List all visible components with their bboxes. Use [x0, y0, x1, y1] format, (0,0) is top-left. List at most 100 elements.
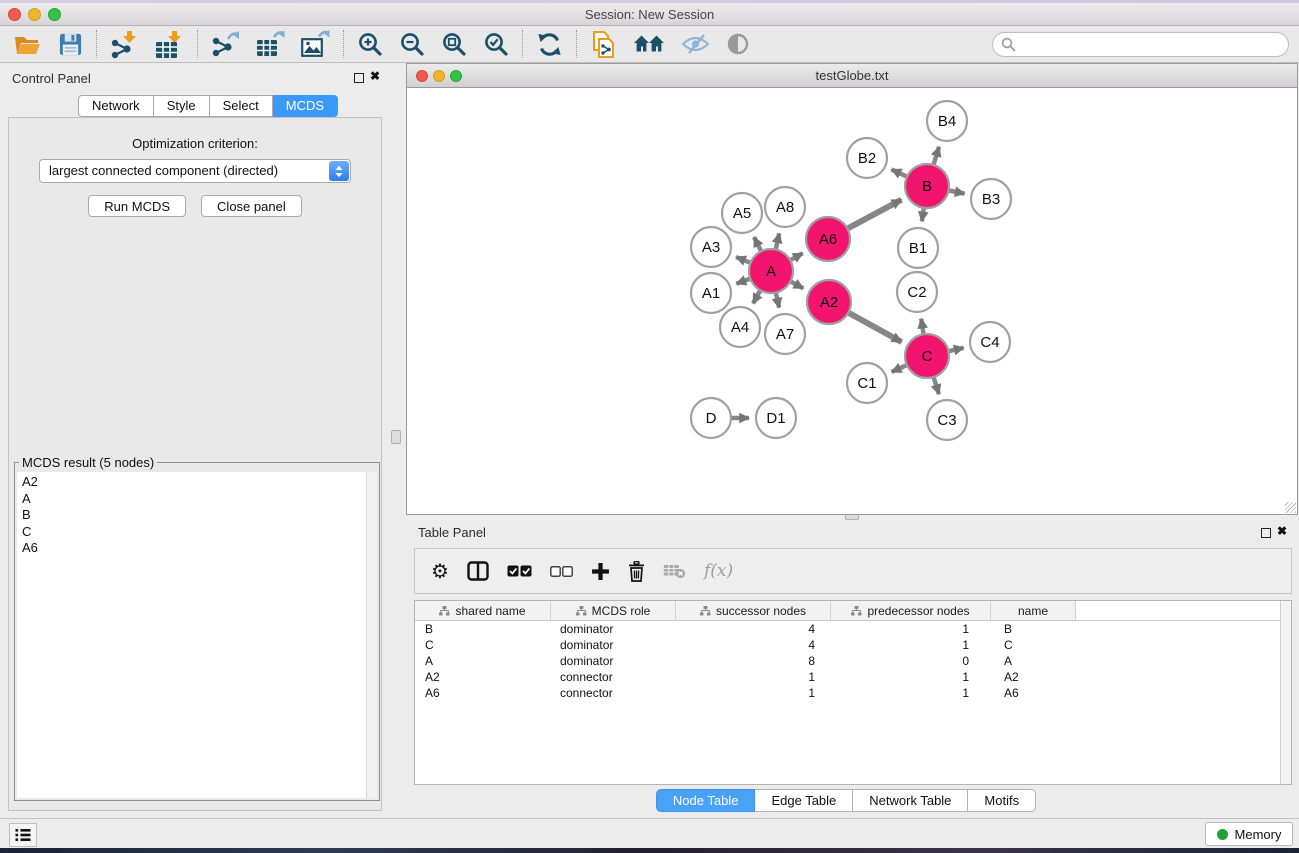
table-cell[interactable]: C	[415, 637, 551, 653]
close-table-panel-icon[interactable]: ✖	[1277, 524, 1287, 538]
import-network-button[interactable]	[110, 30, 139, 59]
mcds-list-scrollbar[interactable]	[366, 472, 377, 798]
table-cell[interactable]: dominator	[551, 637, 676, 653]
export-table-button[interactable]	[256, 30, 285, 59]
table-cell[interactable]: 1	[831, 637, 991, 653]
window-resize-grip[interactable]	[1285, 502, 1296, 513]
mcds-result-item[interactable]: C	[22, 524, 363, 541]
table-cell[interactable]: 1	[831, 621, 991, 637]
graph-node[interactable]: A6	[806, 217, 850, 261]
graph-node[interactable]: A7	[765, 314, 805, 354]
graph-node[interactable]: D1	[756, 398, 796, 438]
deselect-all-rows-button[interactable]	[550, 566, 573, 577]
graph-node[interactable]: A1	[691, 273, 731, 313]
save-session-button[interactable]	[58, 32, 83, 57]
table-cell[interactable]: A6	[991, 685, 1076, 701]
table-cell[interactable]: 4	[676, 637, 831, 653]
zoom-out-button[interactable]	[399, 31, 425, 57]
zoom-in-button[interactable]	[357, 31, 383, 57]
tab-network[interactable]: Network	[78, 95, 154, 117]
run-mcds-button[interactable]: Run MCDS	[88, 195, 186, 217]
create-column-button[interactable]	[591, 562, 610, 581]
table-cell[interactable]: dominator	[551, 621, 676, 637]
refresh-view-button[interactable]	[536, 31, 563, 58]
table-cell[interactable]: A	[991, 653, 1076, 669]
table-cell[interactable]: B	[991, 621, 1076, 637]
tab-motifs[interactable]: Motifs	[968, 789, 1036, 812]
graph-node[interactable]: C4	[970, 322, 1010, 362]
tab-select[interactable]: Select	[210, 95, 273, 117]
table-scrollbar[interactable]	[1280, 601, 1291, 784]
column-header[interactable]: name	[991, 601, 1076, 620]
import-table-button[interactable]	[155, 30, 184, 59]
table-row[interactable]: Bdominator41B	[415, 621, 1291, 637]
tab-node-table[interactable]: Node Table	[656, 789, 756, 812]
table-cell[interactable]: A2	[415, 669, 551, 685]
table-row[interactable]: A2connector11A2	[415, 669, 1291, 685]
select-all-rows-button[interactable]	[507, 565, 532, 577]
show-columns-button[interactable]	[467, 561, 489, 581]
graph-node[interactable]: B1	[898, 228, 938, 268]
table-cell[interactable]: 8	[676, 653, 831, 669]
graph-node[interactable]: C3	[927, 400, 967, 440]
clone-network-button[interactable]	[590, 30, 617, 59]
export-image-button[interactable]	[301, 30, 330, 59]
table-row[interactable]: Cdominator41C	[415, 637, 1291, 653]
graph-node[interactable]: A5	[722, 193, 762, 233]
table-cell[interactable]: 1	[831, 669, 991, 685]
table-cell[interactable]: connector	[551, 669, 676, 685]
table-cell[interactable]: 1	[676, 669, 831, 685]
delete-table-button-disabled[interactable]	[663, 563, 686, 579]
table-cell[interactable]: C	[991, 637, 1076, 653]
graph-node[interactable]: A4	[720, 307, 760, 347]
network-canvas[interactable]: AA1A2A3A4A5A6A7A8BB1B2B3B4CC1C2C3C4DD1	[407, 88, 1297, 514]
close-panel-icon[interactable]: ✖	[370, 69, 380, 83]
table-row[interactable]: Adominator80A	[415, 653, 1291, 669]
graph-node[interactable]: B3	[971, 179, 1011, 219]
graph-node[interactable]: A3	[691, 227, 731, 267]
column-header[interactable]: successor nodes	[676, 601, 831, 620]
table-cell[interactable]: 1	[676, 685, 831, 701]
apply-function-button-disabled[interactable]: f(x)	[704, 561, 733, 581]
column-header[interactable]: MCDS role	[551, 601, 676, 620]
graph-node[interactable]: A8	[765, 187, 805, 227]
show-eye-button[interactable]	[726, 32, 750, 56]
table-cell[interactable]: A	[415, 653, 551, 669]
memory-button[interactable]: Memory	[1205, 822, 1293, 846]
table-cell[interactable]: 4	[676, 621, 831, 637]
table-cell[interactable]: B	[415, 621, 551, 637]
graph-node[interactable]: A	[749, 249, 793, 293]
graph-node[interactable]: B	[905, 164, 949, 208]
table-cell[interactable]: 1	[831, 685, 991, 701]
criterion-select[interactable]: largest connected component (directed)	[39, 159, 351, 183]
table-cell[interactable]: 0	[831, 653, 991, 669]
zoom-fit-button[interactable]	[441, 31, 467, 57]
zoom-selected-button[interactable]	[483, 31, 509, 57]
graph-node[interactable]: C1	[847, 363, 887, 403]
mcds-result-item[interactable]: A	[22, 491, 363, 508]
float-panel-icon[interactable]	[354, 73, 364, 83]
hide-glasses-button[interactable]	[681, 33, 710, 55]
home-reset-view-button[interactable]	[633, 32, 665, 56]
column-header[interactable]: shared name	[415, 601, 551, 620]
float-table-panel-icon[interactable]	[1261, 528, 1271, 538]
open-session-button[interactable]	[13, 32, 42, 57]
table-cell[interactable]: A2	[991, 669, 1076, 685]
task-history-button[interactable]	[9, 823, 37, 847]
graph-node[interactable]: D	[691, 398, 731, 438]
table-cell[interactable]: dominator	[551, 653, 676, 669]
delete-column-button[interactable]	[628, 561, 645, 582]
graph-node[interactable]: A2	[807, 280, 851, 324]
graph-node[interactable]: C2	[897, 272, 937, 312]
mcds-result-item[interactable]: B	[22, 507, 363, 524]
tab-mcds[interactable]: MCDS	[273, 95, 338, 117]
tab-edge-table[interactable]: Edge Table	[755, 789, 853, 812]
mcds-result-item[interactable]: A6	[22, 540, 363, 557]
graph-node[interactable]: B4	[927, 101, 967, 141]
table-row[interactable]: A6connector11A6	[415, 685, 1291, 701]
vertical-split-grip[interactable]	[391, 430, 401, 444]
graph-node[interactable]: C	[905, 334, 949, 378]
close-panel-button[interactable]: Close panel	[201, 195, 302, 217]
table-cell[interactable]: connector	[551, 685, 676, 701]
export-network-button[interactable]	[211, 30, 240, 59]
